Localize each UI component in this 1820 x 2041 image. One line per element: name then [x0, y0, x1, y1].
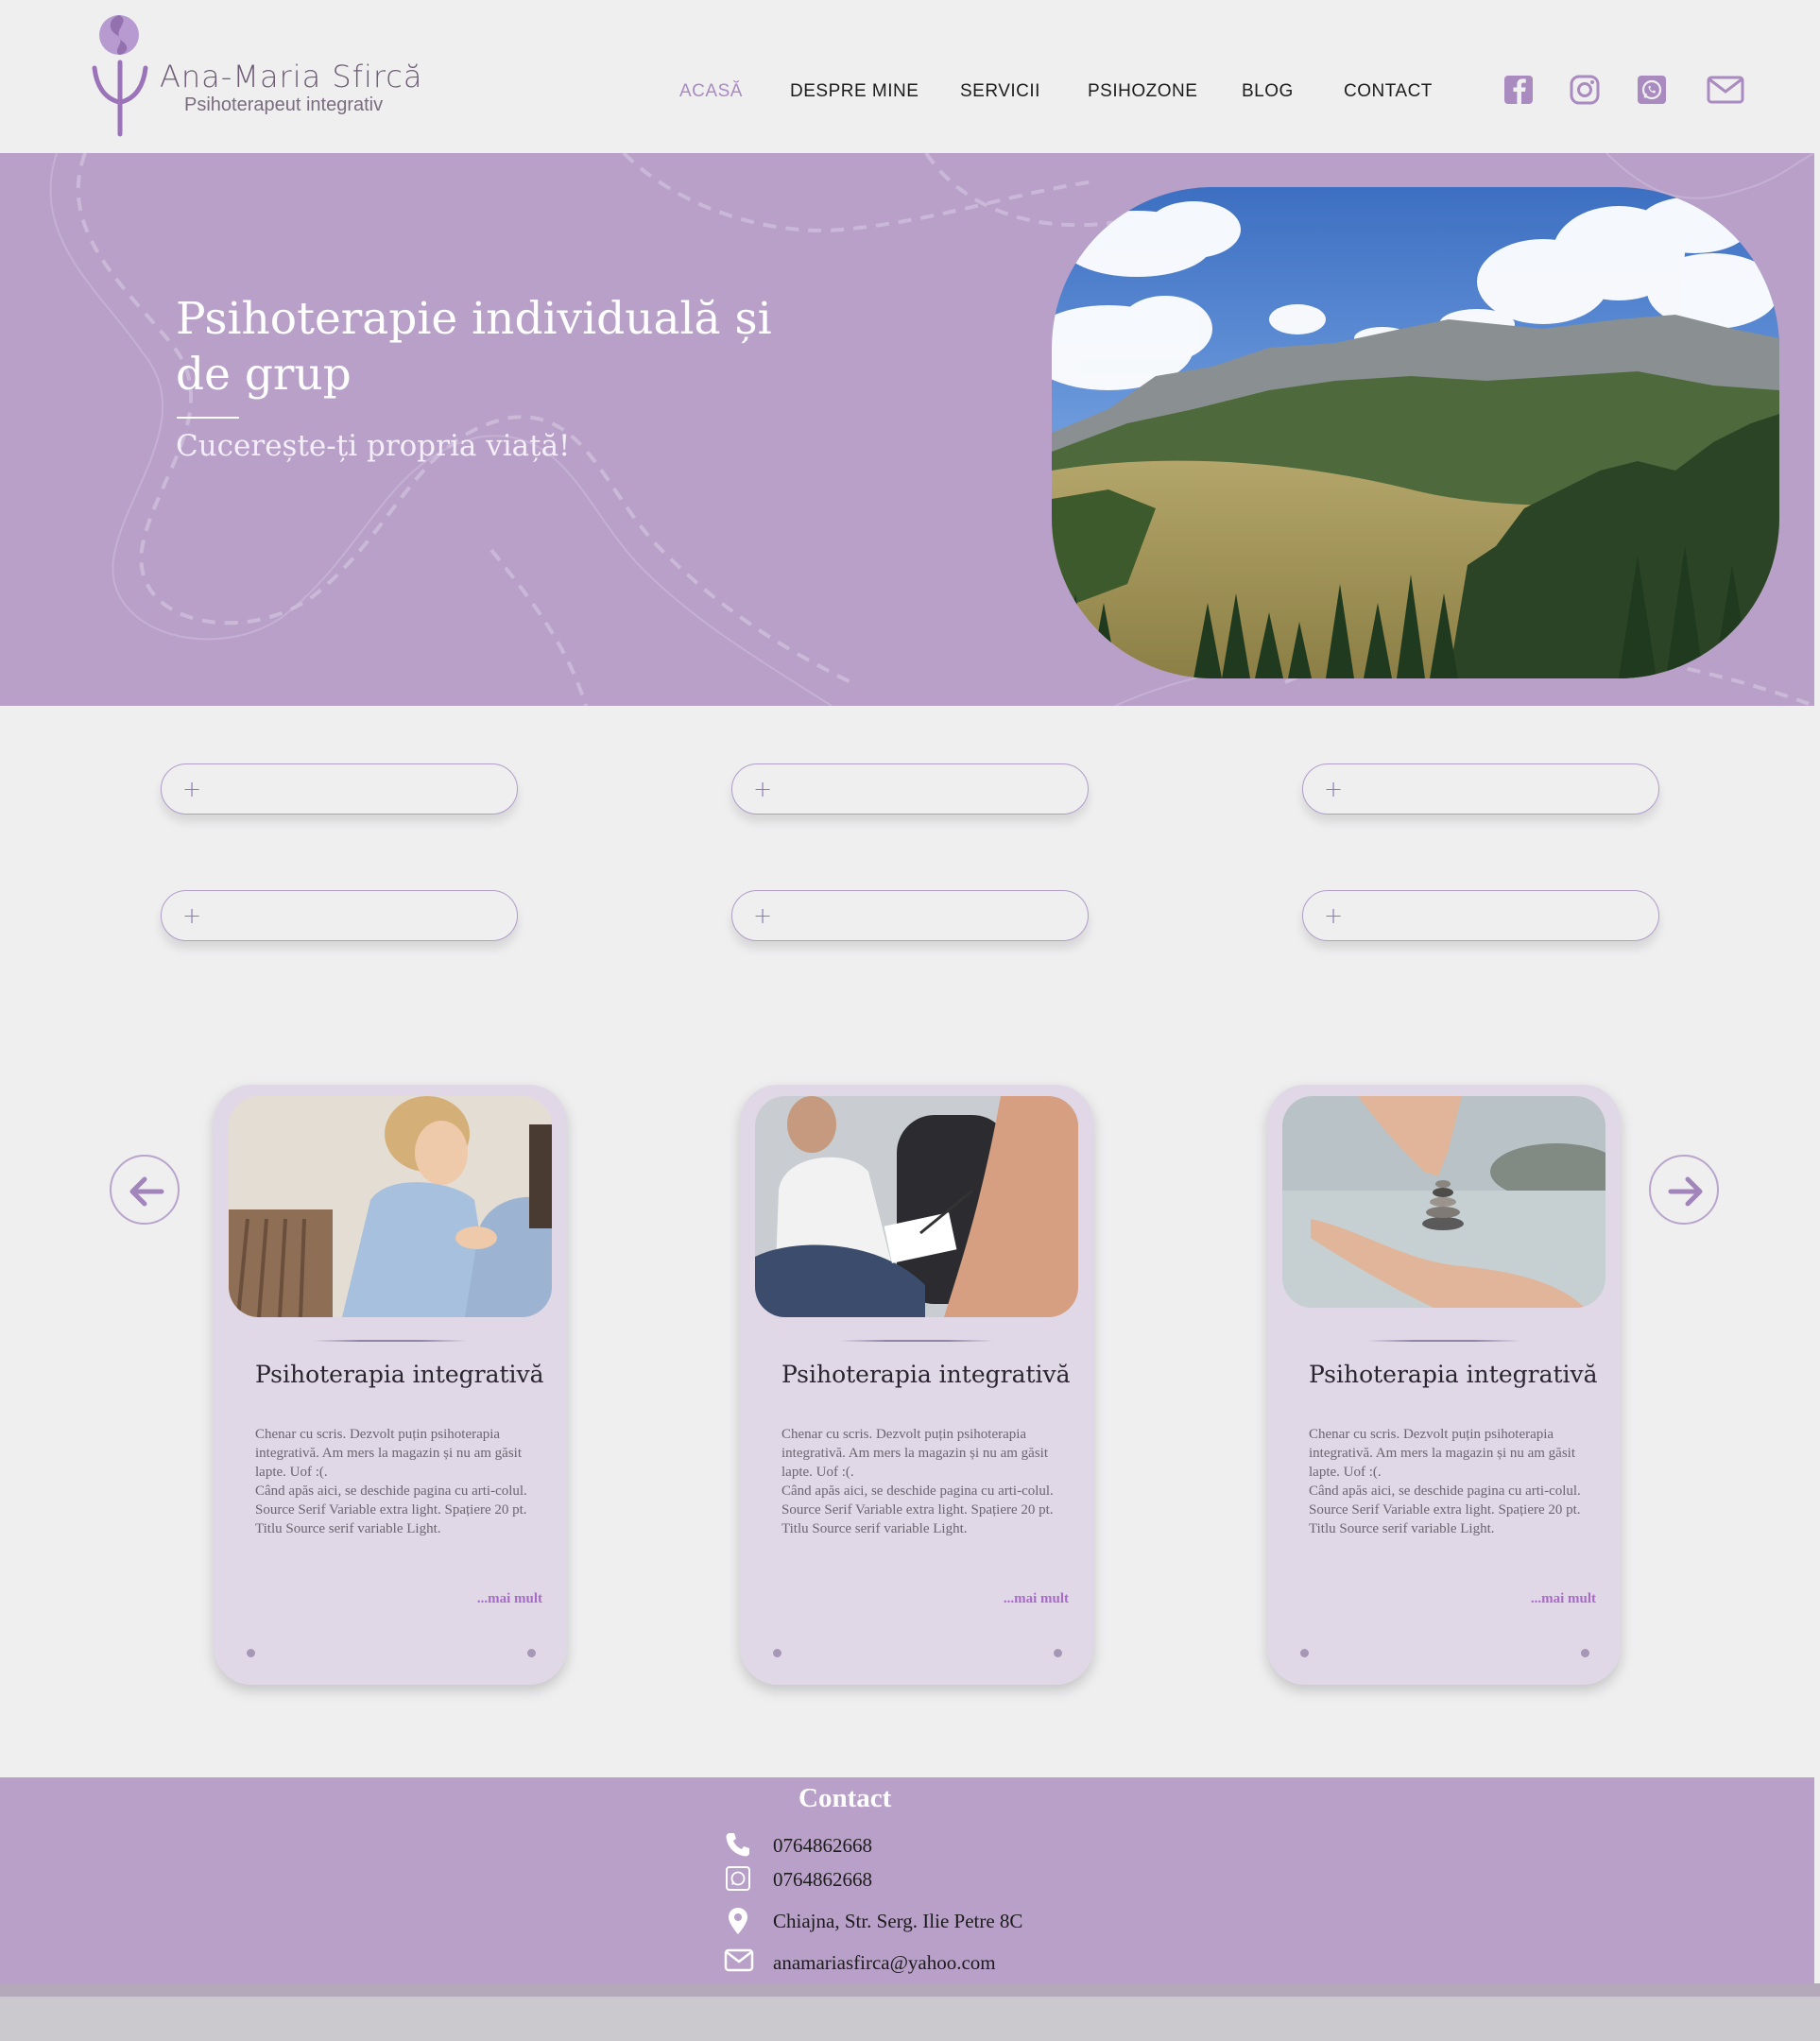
hero-divider — [177, 417, 239, 419]
expandable-pill-1[interactable]: + — [161, 763, 518, 815]
card-text: Chenar cu scris. Dezvolt puțin psihotera… — [1309, 1427, 1581, 1536]
card-divider — [840, 1340, 993, 1342]
contact-phone: 0764862668 — [773, 1834, 872, 1857]
contact-email: anamariasfirca@yahoo.com — [773, 1951, 996, 1974]
card-dot — [1300, 1649, 1309, 1657]
arrow-right-icon — [1668, 1176, 1703, 1207]
nav-item-psihozone[interactable]: PSIHOZONE — [1088, 81, 1197, 102]
service-card-3: Psihoterapia integrativă Chenar cu scris… — [1267, 1085, 1621, 1685]
expandable-pill-4[interactable]: + — [161, 890, 518, 941]
card-text: Chenar cu scris. Dezvolt puțin psihotera… — [255, 1427, 527, 1536]
mail-icon — [724, 1948, 754, 1972]
plus-icon: + — [182, 776, 202, 802]
contact-footer: Contact 0764862668 0764862668 Chiajna, S… — [0, 1777, 1814, 1983]
card-text: Chenar cu scris. Dezvolt puțin psihotera… — [781, 1427, 1054, 1536]
card-title: Psihoterapia integrativă — [781, 1361, 1071, 1388]
plus-icon: + — [753, 902, 773, 929]
site-header: Ana-Maria Sfircă Psihoterapeut integrati… — [0, 0, 1814, 153]
therapy-support-image — [229, 1096, 552, 1317]
contact-address: Chiajna, Str. Serg. Ilie Petre 8C — [773, 1910, 1023, 1932]
hero-banner: Psihoterapie individuală și de grup Cuce… — [0, 153, 1814, 706]
expandable-pill-3[interactable]: + — [1302, 763, 1659, 815]
card-title: Psihoterapia integrativă — [1309, 1361, 1598, 1388]
whatsapp-icon — [726, 1866, 750, 1891]
nav-item-servicii[interactable]: SERVICII — [960, 81, 1040, 102]
card-divider — [314, 1340, 467, 1342]
nav-item-blog[interactable]: BLOG — [1242, 81, 1294, 102]
whatsapp-icon[interactable] — [1636, 74, 1668, 106]
brand-tagline: Psihoterapeut integrativ — [184, 94, 384, 115]
facebook-icon[interactable] — [1502, 74, 1535, 106]
psi-logo-icon — [92, 15, 148, 137]
mail-icon[interactable] — [1707, 74, 1744, 106]
arrow-left-icon — [129, 1176, 164, 1207]
expandable-pill-5[interactable]: + — [731, 890, 1089, 941]
card-dot — [1581, 1649, 1589, 1657]
service-card-1: Psihoterapia integrativă Chenar cu scris… — [214, 1085, 567, 1685]
logo[interactable]: Ana-Maria Sfircă Psihoterapeut integrati… — [91, 13, 422, 141]
plus-icon: + — [1324, 902, 1344, 929]
phone-icon — [726, 1833, 749, 1857]
plus-icon: + — [182, 902, 202, 929]
read-more-link[interactable]: ...mai mult — [477, 1591, 542, 1607]
page-bottom-line — [0, 1983, 1820, 1997]
nav-item-acasa[interactable]: ACASĂ — [679, 81, 743, 102]
nav-item-despre-mine[interactable]: DESPRE MINE — [790, 81, 919, 102]
card-dot — [247, 1649, 255, 1657]
brand-name: Ana-Maria Sfircă — [160, 59, 423, 94]
contact-title: Contact — [798, 1783, 892, 1813]
location-pin-icon — [729, 1908, 747, 1934]
plus-icon: + — [753, 776, 773, 802]
carousel-prev-button[interactable] — [110, 1155, 180, 1225]
expandable-pill-6[interactable]: + — [1302, 890, 1659, 941]
therapy-session-image — [755, 1096, 1078, 1317]
instagram-icon[interactable] — [1569, 74, 1601, 106]
card-dot — [773, 1649, 781, 1657]
plus-icon: + — [1324, 776, 1344, 802]
carousel-next-button[interactable] — [1649, 1155, 1719, 1225]
nav-item-contact[interactable]: CONTACT — [1344, 81, 1433, 102]
balanced-stones-image — [1282, 1096, 1605, 1308]
card-title: Psihoterapia integrativă — [255, 1361, 544, 1388]
read-more-link[interactable]: ...mai mult — [1004, 1591, 1069, 1607]
hero-subtitle: Cucerește-ți propria viață! — [176, 429, 571, 463]
expandable-pill-2[interactable]: + — [731, 763, 1089, 815]
card-dot — [1054, 1649, 1062, 1657]
contact-whatsapp: 0764862668 — [773, 1868, 872, 1891]
mountain-landscape-image — [1052, 187, 1779, 678]
service-card-2: Psihoterapia integrativă Chenar cu scris… — [740, 1085, 1093, 1685]
read-more-link[interactable]: ...mai mult — [1531, 1591, 1596, 1607]
card-dot — [527, 1649, 536, 1657]
hero-title: Psihoterapie individuală și de grup — [176, 293, 772, 401]
card-divider — [1367, 1340, 1520, 1342]
